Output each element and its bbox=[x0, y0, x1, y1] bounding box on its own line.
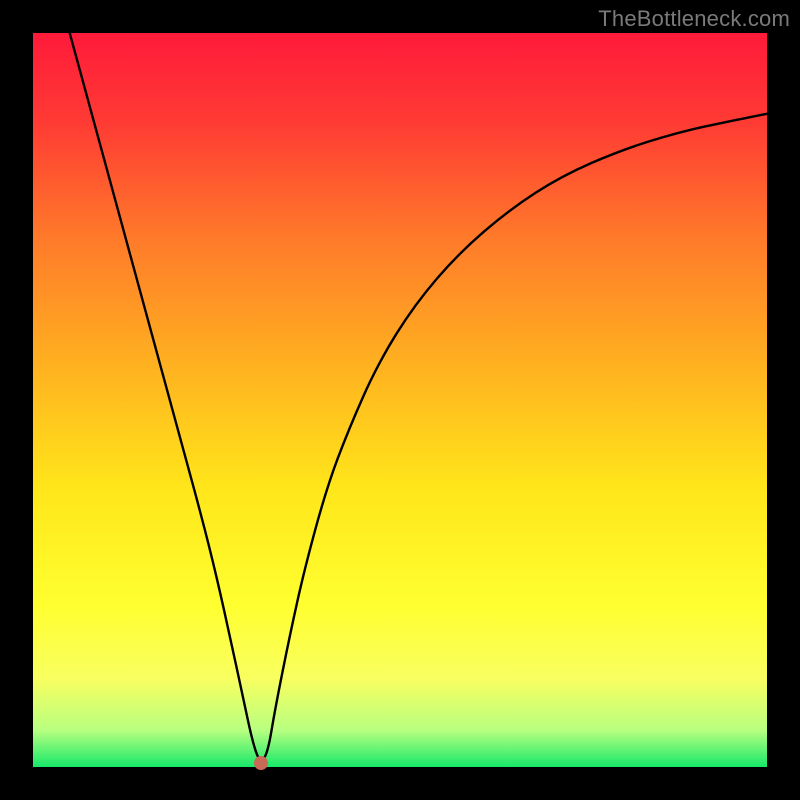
chart-canvas bbox=[33, 33, 767, 767]
watermark-text: TheBottleneck.com bbox=[598, 6, 790, 32]
gradient-background bbox=[33, 33, 767, 767]
chart-frame bbox=[33, 33, 767, 767]
optimal-point-marker bbox=[254, 756, 268, 770]
